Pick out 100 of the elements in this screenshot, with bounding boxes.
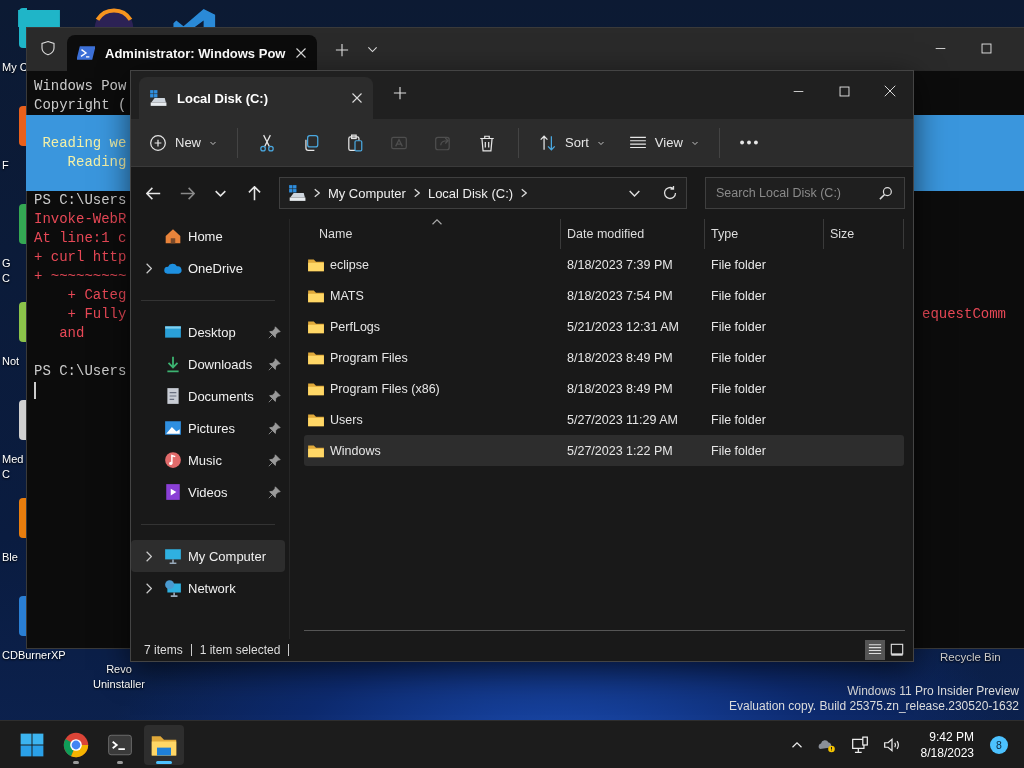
desktop-icon-label: Revo Uninstaller [92,662,146,692]
arrow-right-icon [179,186,195,200]
sidebar-item[interactable]: Music [131,444,285,476]
sidebar-item[interactable]: Home [131,220,285,252]
arrow-up-icon [247,185,261,201]
file-name: Program Files (x86) [330,381,440,396]
console-line: Reading [66,153,127,172]
console-line: PS C:\Users [34,362,127,381]
text-cursor [34,382,36,399]
type-cell-text: File folder [710,350,767,365]
item-count: 7 items [144,644,192,656]
expand-chevron-icon [146,550,152,562]
sidebar-item[interactable]: Downloads [131,348,285,380]
pin-icon [268,485,281,499]
chevron-down-icon [215,189,227,197]
sidebar-item[interactable]: Pictures [131,412,285,444]
type-cell-text: File folder [710,443,767,458]
sidebar-item[interactable]: Videos [131,476,285,508]
picture-icon [164,419,182,437]
column-header[interactable]: Date modified [561,219,705,249]
file-row[interactable]: Program Files (x86) 8/18/2023 8:49 PM File folder [304,373,904,404]
breadcrumb-link[interactable]: Local Disk (C:) [427,185,514,201]
explorer-tab[interactable]: Local Disk (C:) [139,77,373,119]
close-tab-button[interactable] [351,92,363,104]
console-line: Reading we [41,134,127,153]
plus-icon [393,86,407,100]
column-header[interactable]: Size [824,219,904,249]
pin-icon [268,453,281,467]
sidebar-item[interactable]: My Computer [131,540,285,572]
details-view-icon [868,643,882,657]
chevron-right-icon [521,188,528,198]
shield-icon [40,39,56,56]
type-cell-text: File folder [710,319,767,334]
selection-count: 1 item selected [199,644,290,656]
column-header[interactable]: Type [705,219,824,249]
pin-icon [268,357,281,371]
address-bar[interactable]: My Computer Local Disk (C:) [278,177,687,209]
file-row[interactable]: Users 5/27/2023 11:29 AM File folder [304,404,904,435]
chevron-down-icon [629,189,640,197]
date-cell-text: 8/18/2023 7:54 PM [566,288,674,303]
sort-arrows-icon [539,133,557,152]
breadcrumb-link[interactable]: My Computer [327,185,406,201]
sidebar-item[interactable]: Documents [131,380,285,412]
download-icon [164,355,182,373]
notification-badge[interactable]: 8 [990,735,1008,754]
file-name: PerfLogs [330,319,381,334]
date-cell-text: 8/18/2023 7:39 PM [566,257,674,272]
file-name: MATS [330,288,364,303]
trash-icon [478,133,496,152]
explorer-taskbar-button[interactable] [144,724,184,765]
search-field[interactable]: Search Local Disk (C:) [705,177,905,209]
chevron-down-icon [366,44,378,55]
document-icon [164,387,182,405]
desktop-icon-label: G C [2,256,11,286]
type-cell-text: File folder [710,381,767,396]
maximize-icon [838,85,850,97]
chrome-icon [63,731,89,758]
details-view-button[interactable] [865,640,885,660]
desktop-icon-label: Not [2,354,20,369]
expand-chevron-icon [146,262,152,274]
file-row[interactable]: MATS 8/18/2023 7:54 PM File folder [304,280,904,311]
file-name: Users [330,412,363,427]
close-tab-button[interactable] [295,47,308,59]
desktop-icon-label: Recycle Bin [940,651,1001,663]
close-icon [295,47,308,59]
clock[interactable]: 9:42 PM 8/18/2023 [910,728,978,761]
console-line: + Fully [66,305,127,324]
network-monitor-icon [850,735,869,754]
close-icon [884,85,896,97]
view-button[interactable]: View [618,125,709,160]
column-header[interactable]: Name [304,219,561,249]
desktop-icon-label: F [2,158,9,173]
sidebar-item[interactable]: Desktop [131,316,285,348]
app-icon[interactable] [19,8,27,48]
windows-logo-icon [19,731,45,758]
sort-button[interactable]: Sort [529,125,615,160]
sidebar-item[interactable]: Network [131,572,285,604]
desktop-icon-label: Ble [2,550,18,565]
file-row[interactable]: Windows 5/27/2023 1:22 PM File folder [304,435,904,466]
more-dots-icon [739,140,758,145]
file-row[interactable]: Program Files 8/18/2023 8:49 PM File folder [304,342,904,373]
type-cell-text: File folder [710,257,767,272]
file-row[interactable]: eclipse 8/18/2023 7:39 PM File folder [304,249,904,280]
sidebar-item[interactable]: OneDrive [131,252,285,284]
new-button[interactable]: New [139,125,227,160]
expand-chevron-icon [146,582,152,594]
console-line: Windows Pow [34,77,127,96]
console-line: and [58,324,85,343]
console-line: + Categ [66,286,127,305]
terminal-tab[interactable]: Administrator: Windows Pow [67,35,318,71]
scissors-icon [258,133,276,152]
tab-title: Local Disk (C:) [177,90,269,106]
date-cell-text: 8/18/2023 8:49 PM [566,381,674,396]
file-row[interactable]: PerfLogs 5/21/2023 12:31 AM File folder [304,311,904,342]
network-icon [164,579,182,597]
maximize-icon [980,42,992,54]
search-icon [878,186,893,201]
pin-icon [268,389,281,403]
desktop-icon-label: CDBurnerXP [2,648,66,663]
file-name: eclipse [330,257,369,272]
